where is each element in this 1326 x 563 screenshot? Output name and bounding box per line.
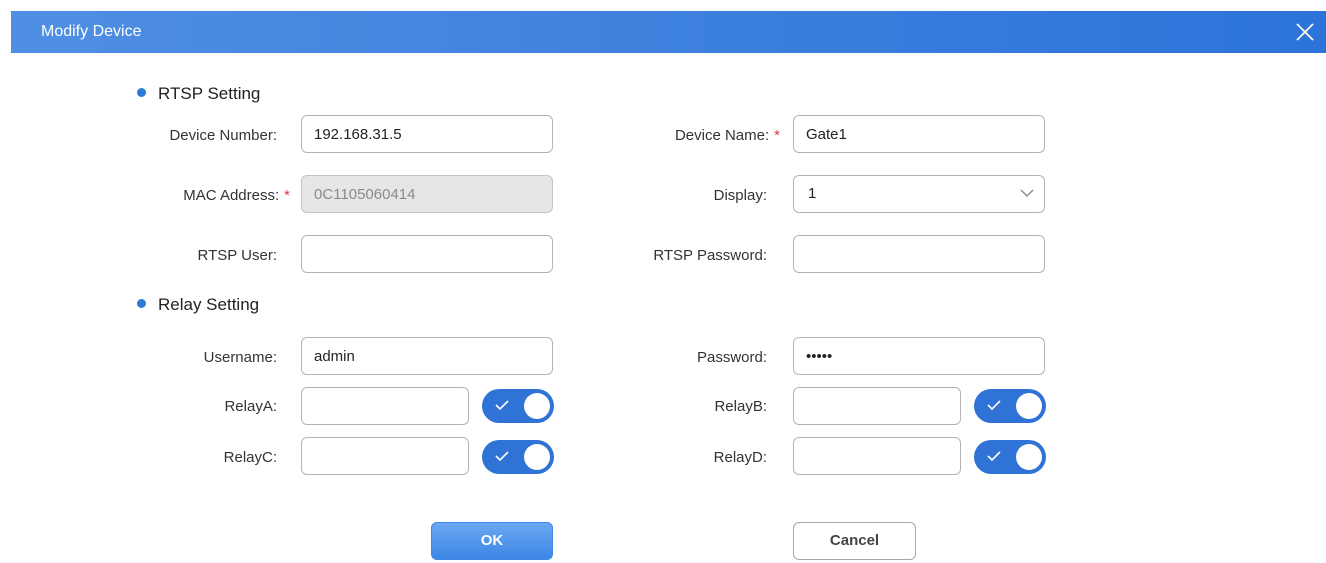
toggle-knob: [1016, 444, 1042, 470]
rtsp-section-header: RTSP Setting: [137, 84, 260, 104]
mac-address-label: MAC Address: *: [183, 187, 290, 204]
ok-button[interactable]: OK: [431, 522, 553, 560]
required-mark: *: [774, 127, 780, 144]
password-label: Password:: [696, 349, 767, 366]
relay-d-toggle[interactable]: [974, 440, 1046, 474]
password-input[interactable]: [793, 337, 1045, 375]
relay-b-toggle[interactable]: [974, 389, 1046, 423]
display-label: Display:: [713, 187, 767, 204]
titlebar: Modify Device: [11, 11, 1326, 53]
close-icon[interactable]: [1292, 19, 1318, 45]
check-icon: [495, 400, 509, 411]
dialog-title: Modify Device: [41, 23, 142, 40]
rtsp-user-input[interactable]: [301, 235, 553, 273]
device-name-input[interactable]: [793, 115, 1045, 153]
rtsp-password-input[interactable]: [793, 235, 1045, 273]
toggle-knob: [524, 393, 550, 419]
toggle-knob: [524, 444, 550, 470]
relay-b-input[interactable]: [793, 387, 961, 425]
relay-c-toggle[interactable]: [482, 440, 554, 474]
relay-section-header: Relay Setting: [137, 295, 259, 315]
relay-c-label: RelayC:: [223, 449, 277, 466]
relay-d-input[interactable]: [793, 437, 961, 475]
display-selected-value: 1: [808, 185, 817, 202]
display-select[interactable]: 1: [793, 175, 1045, 213]
relay-a-toggle[interactable]: [482, 389, 554, 423]
relay-a-input[interactable]: [301, 387, 469, 425]
check-icon: [987, 451, 1001, 462]
relay-b-label: RelayB:: [714, 398, 767, 415]
check-icon: [495, 451, 509, 462]
relay-d-label: RelayD:: [713, 449, 767, 466]
rtsp-password-label: RTSP Password:: [653, 247, 767, 264]
device-number-input[interactable]: [301, 115, 553, 153]
cancel-button[interactable]: Cancel: [793, 522, 916, 560]
device-number-label: Device Number:: [169, 127, 277, 144]
rtsp-user-label: RTSP User:: [197, 247, 277, 264]
bullet-icon: [137, 88, 146, 98]
bullet-icon: [137, 299, 146, 309]
check-icon: [987, 400, 1001, 411]
chevron-down-icon: [1020, 189, 1034, 197]
relay-a-label: RelayA:: [224, 398, 277, 415]
relay-section-title: Relay Setting: [158, 295, 260, 314]
mac-address-input: [301, 175, 553, 213]
relay-c-input[interactable]: [301, 437, 469, 475]
username-label: Username:: [203, 349, 277, 366]
username-input[interactable]: [301, 337, 553, 375]
toggle-knob: [1016, 393, 1042, 419]
required-mark: *: [284, 187, 290, 204]
device-name-label: Device Name: *: [674, 127, 780, 144]
rtsp-section-title: RTSP Setting: [158, 84, 261, 103]
